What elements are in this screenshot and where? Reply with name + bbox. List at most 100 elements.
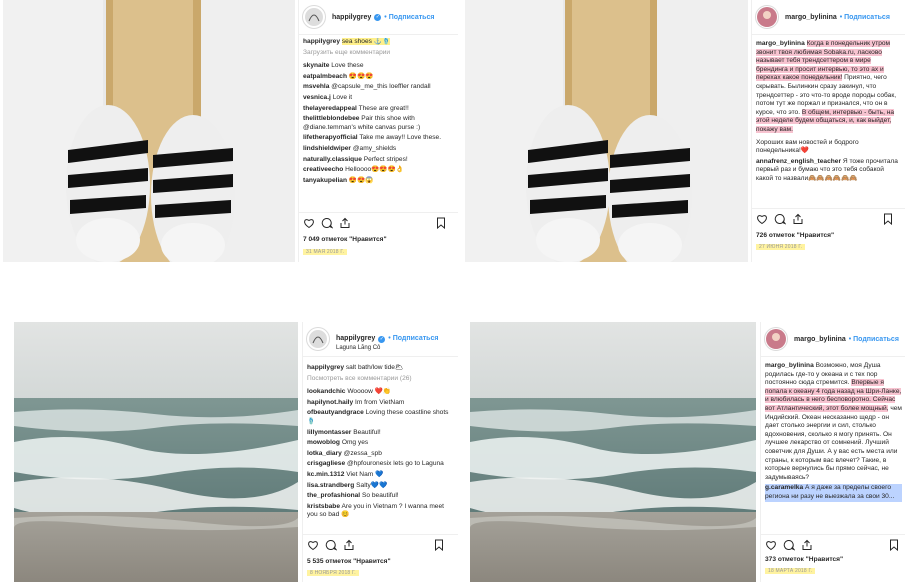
- comment-text: Love these: [331, 62, 364, 70]
- post-date: 31 МАЯ 2018 Г.: [303, 249, 348, 255]
- comments-list: happilygrey salt bath/low tide🌥 Посмотре…: [303, 364, 458, 532]
- comment-user[interactable]: lisa.strandberg: [307, 482, 354, 489]
- avatar[interactable]: [306, 327, 330, 351]
- comment: ofbeautyandgrace Loving these coastline …: [307, 409, 455, 426]
- comment-text: @zessa_spb: [343, 449, 382, 457]
- avatar[interactable]: [302, 5, 326, 29]
- comment-text: Perfect stripes!: [363, 155, 408, 163]
- comment: mowoblog Omg yes: [307, 439, 455, 448]
- comment-icon[interactable]: [774, 213, 786, 225]
- caption-end: Хороших вам новостей и бодрого понедельн…: [756, 138, 859, 155]
- share-icon[interactable]: [801, 539, 813, 551]
- view-all-comments[interactable]: Посмотреть все комментарии (26): [307, 375, 455, 384]
- follow-button[interactable]: • Подписаться: [384, 14, 434, 21]
- comment-user[interactable]: thelittleblondebee: [303, 115, 359, 122]
- comment-user[interactable]: kc.min.1312: [307, 471, 344, 478]
- comment-text: 😍😍😍: [348, 72, 374, 80]
- sea-image: [14, 322, 298, 582]
- heart-icon[interactable]: [756, 213, 768, 225]
- share-icon[interactable]: [339, 217, 351, 229]
- bookmark-icon[interactable]: [435, 217, 447, 229]
- comments-list: margo_bylinina Возможно, моя Душа родила…: [761, 362, 905, 530]
- follow-button[interactable]: • Подписаться: [849, 336, 899, 343]
- post-date: 8 НОЯБРЯ 2018 Г.: [307, 570, 359, 576]
- load-more-comments[interactable]: Загрузить еще комментарии: [303, 49, 455, 58]
- comment-icon[interactable]: [325, 539, 337, 551]
- comment-user[interactable]: lookandchic: [307, 388, 345, 395]
- avatar[interactable]: [755, 5, 779, 29]
- bookmark-icon[interactable]: [888, 539, 900, 551]
- comment: creativeecho Helloooo😍😍😍👌: [303, 166, 455, 175]
- likes-count[interactable]: 726 отметок "Нравится": [756, 232, 834, 239]
- post-photo-sea[interactable]: [470, 322, 756, 582]
- action-bar: [299, 212, 458, 229]
- comment-user[interactable]: msvehla: [303, 83, 329, 90]
- likes-count[interactable]: 373 отметок "Нравится": [765, 556, 843, 563]
- follow-button[interactable]: • Подписаться: [840, 14, 890, 21]
- post-photo-sea[interactable]: [14, 322, 298, 582]
- comment-user[interactable]: naturally.classique: [303, 156, 362, 163]
- post-header: margo_bylinina • Подписаться: [761, 322, 905, 357]
- username[interactable]: margo_bylinina: [794, 336, 846, 343]
- comment-user[interactable]: thelayeredappeal: [303, 105, 357, 112]
- comment-user[interactable]: lifetherapyofficial: [303, 134, 358, 141]
- post-photo-shoes[interactable]: [465, 0, 748, 262]
- caption-user[interactable]: margo_bylinina: [756, 40, 805, 47]
- comment-text: @hpfouronesix lets go to Laguna: [346, 460, 444, 468]
- post-photo-shoes[interactable]: [3, 0, 295, 262]
- post-date-text: 8 НОЯБРЯ 2018 Г.: [307, 570, 359, 576]
- avatar[interactable]: [764, 327, 788, 351]
- comment-user[interactable]: ofbeautyandgrace: [307, 409, 364, 416]
- bookmark-icon[interactable]: [882, 213, 894, 225]
- post-header: happilygrey ✓ • Подписаться: [299, 0, 458, 35]
- likes-count[interactable]: 5 535 отметок "Нравится": [307, 558, 391, 565]
- comment: annafrenz_english_teacher Я тоже прочита…: [756, 158, 902, 184]
- comment-text: Salty💙💙: [356, 481, 388, 489]
- post-sidebar: happilygrey ✓ • Подписаться Laguna Lăng Cô…: [302, 322, 458, 582]
- comment-user[interactable]: hapilynot.haily: [307, 399, 353, 406]
- share-icon[interactable]: [792, 213, 804, 225]
- comment-user[interactable]: tanyakupelian: [303, 177, 347, 184]
- comment: naturally.classique Perfect stripes!: [303, 156, 455, 165]
- share-icon[interactable]: [343, 539, 355, 551]
- post-panel-shoes-2: margo_bylinina • Подписаться margo_bylin…: [465, 0, 905, 262]
- comment: lillymontasser Beautiful!: [307, 429, 455, 438]
- bookmark-icon[interactable]: [433, 539, 445, 551]
- comment-user[interactable]: g.caramelka: [765, 484, 803, 491]
- comment-user[interactable]: annafrenz_english_teacher: [756, 158, 841, 165]
- caption: happilygrey salt bath/low tide🌥: [307, 364, 455, 373]
- comment-user[interactable]: kristsbabe: [307, 503, 340, 510]
- comment-user[interactable]: vesnica.j: [303, 94, 331, 101]
- likes-count[interactable]: 7 049 отметок "Нравится": [303, 236, 387, 243]
- heart-icon[interactable]: [303, 217, 315, 229]
- shoes-image: [3, 0, 295, 262]
- username[interactable]: happilygrey: [336, 335, 375, 342]
- comment-user[interactable]: mowoblog: [307, 439, 340, 446]
- comments-list: happilygrey sea shoes ⚓🩴 Загрузить еще к…: [299, 38, 458, 210]
- comment-user[interactable]: the_profashional: [307, 492, 360, 499]
- caption-user[interactable]: happilygrey: [303, 38, 340, 45]
- heart-icon[interactable]: [307, 539, 319, 551]
- comment-user[interactable]: lindshieldwiper: [303, 145, 351, 152]
- comment: lifetherapyofficial Take me away!! Love …: [303, 134, 455, 143]
- comment-text: Helloooo😍😍😍👌: [345, 166, 405, 174]
- caption-user[interactable]: margo_bylinina: [765, 362, 814, 369]
- action-bar: [752, 208, 905, 225]
- follow-button[interactable]: • Подписаться: [388, 335, 438, 342]
- comment: tanyakupelian 😍😍😱: [303, 177, 455, 186]
- comment-user[interactable]: lotka_diary: [307, 450, 342, 457]
- location[interactable]: Laguna Lăng Cô: [336, 345, 438, 351]
- comment-icon[interactable]: [321, 217, 333, 229]
- comment-user[interactable]: crisgagliese: [307, 460, 345, 467]
- username[interactable]: margo_bylinina: [785, 14, 837, 21]
- comment-user[interactable]: creativeecho: [303, 166, 343, 173]
- comment-user[interactable]: eatpalmbeach: [303, 73, 347, 80]
- caption-user[interactable]: happilygrey: [307, 364, 344, 371]
- comment-user[interactable]: skynaite: [303, 62, 329, 69]
- username[interactable]: happilygrey: [332, 14, 371, 21]
- comment-icon[interactable]: [783, 539, 795, 551]
- comment: vesnica.j Love it: [303, 94, 455, 103]
- heart-icon[interactable]: [765, 539, 777, 551]
- comment-user[interactable]: lillymontasser: [307, 429, 351, 436]
- comment: thelittleblondebee Pair this shoe with @…: [303, 115, 455, 132]
